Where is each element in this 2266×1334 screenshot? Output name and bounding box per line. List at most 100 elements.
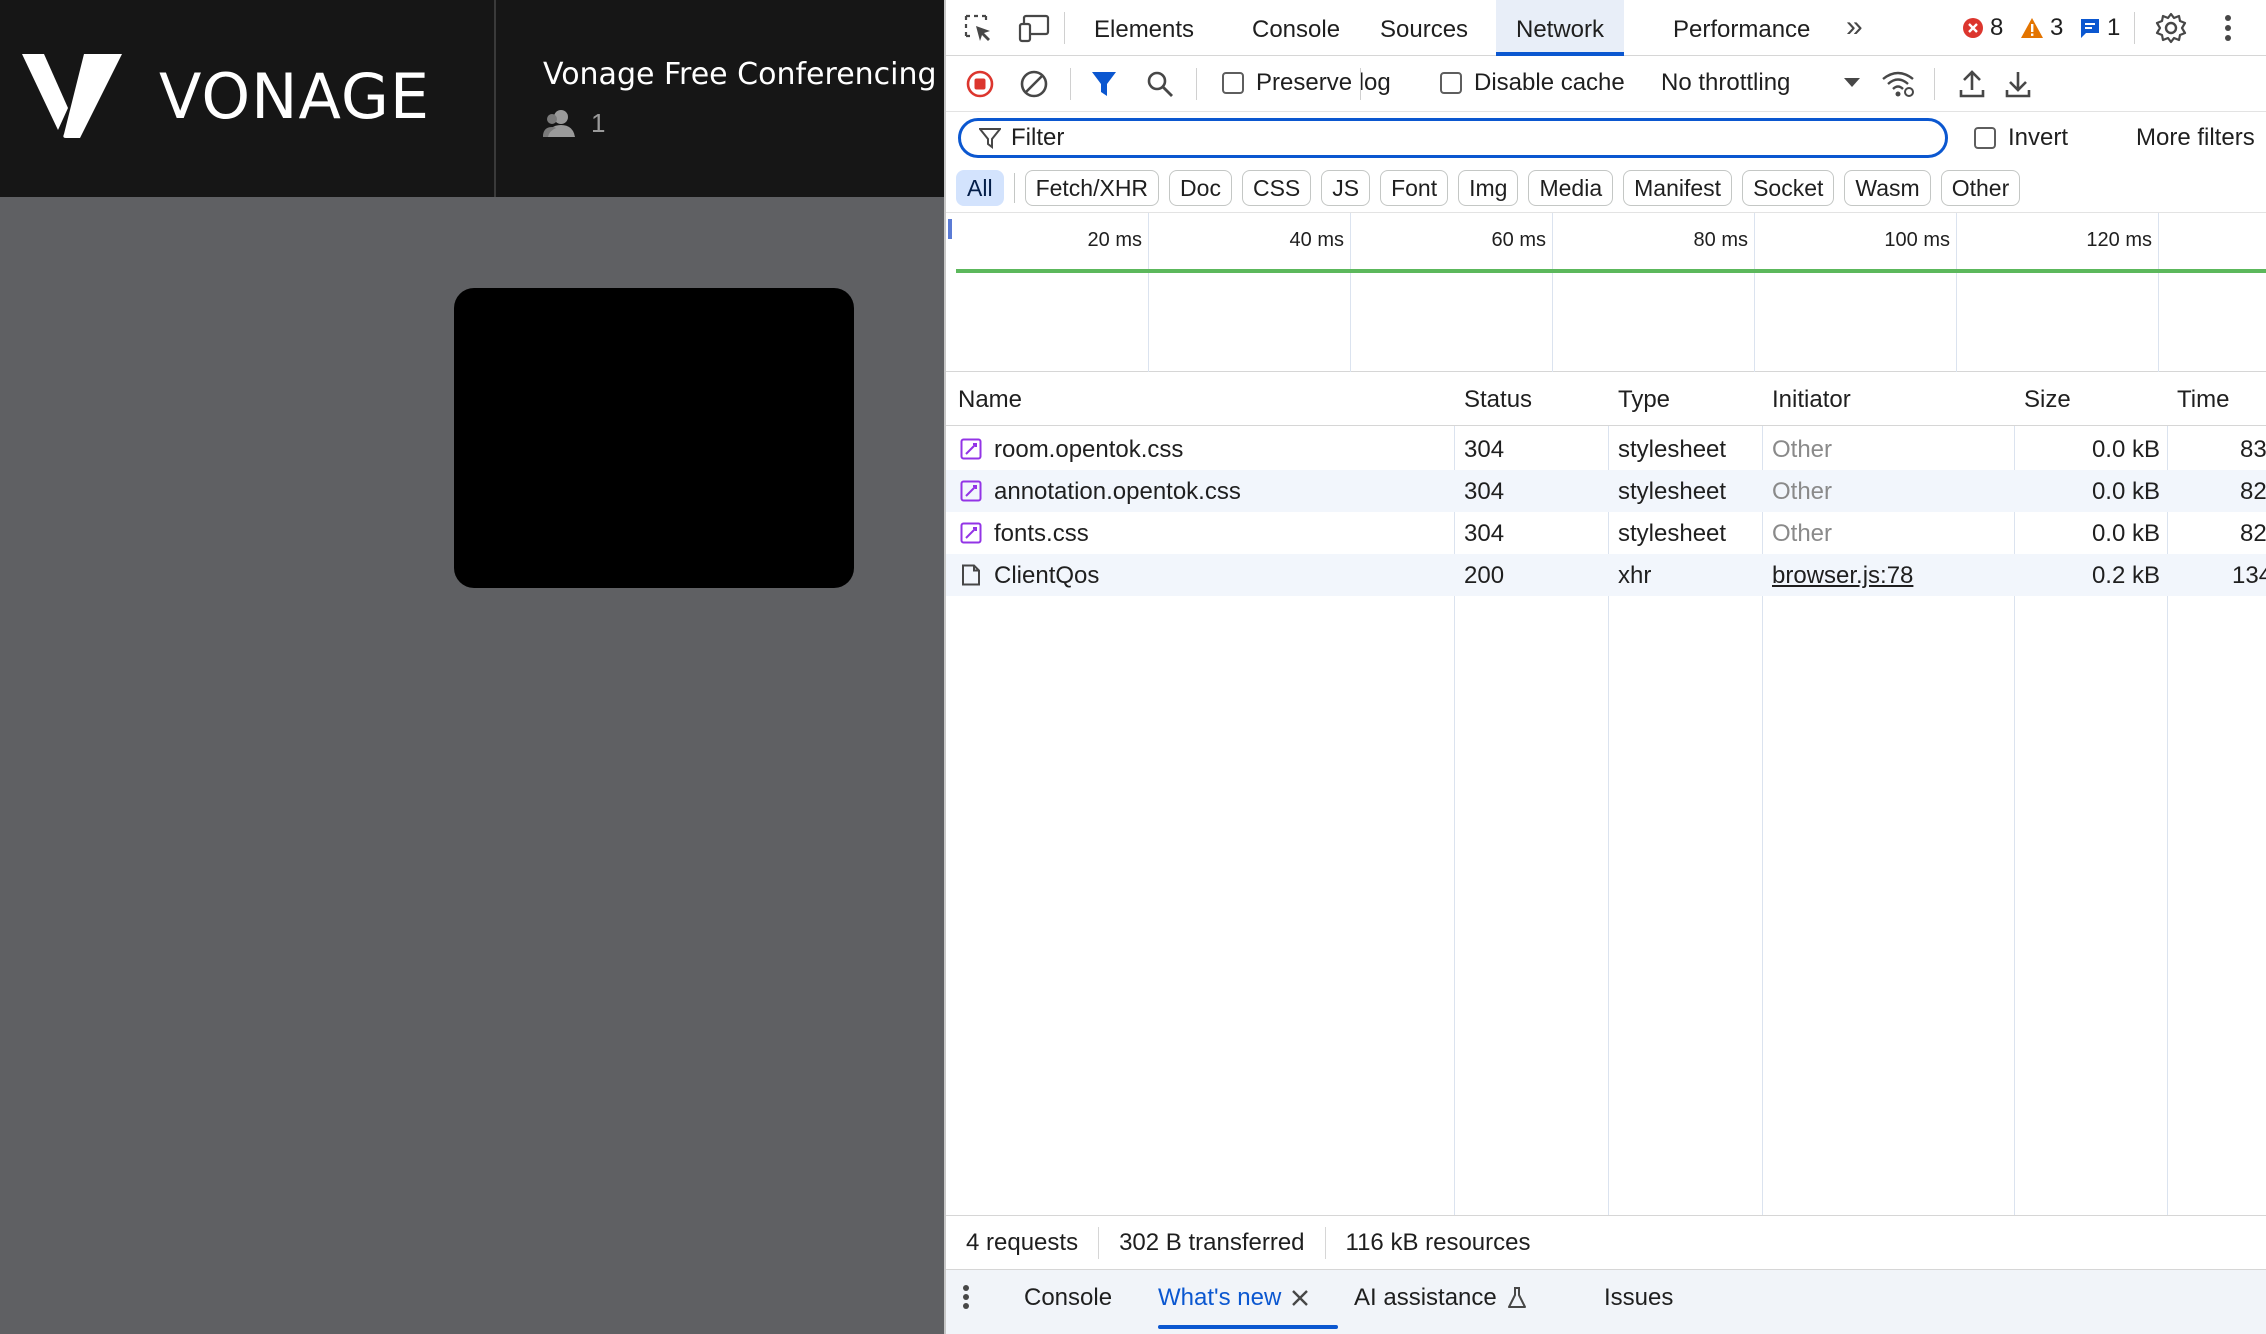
drawer-tab-console[interactable]: Console: [1024, 1284, 1112, 1312]
disable-cache-checkbox[interactable]: Disable cache: [1440, 69, 1625, 97]
tabbar-separator: [2134, 12, 2135, 44]
tab-elements[interactable]: Elements: [1074, 0, 1214, 56]
timeline-gridline: [1350, 213, 1351, 373]
chip-doc[interactable]: Doc: [1169, 170, 1232, 206]
table-row[interactable]: ClientQos 200 xhr browser.js:78 0.2 kB 1…: [946, 554, 2266, 596]
timeline-gridline: [2158, 213, 2159, 373]
chip-img[interactable]: Img: [1458, 170, 1519, 206]
column-header-size[interactable]: Size: [2024, 386, 2071, 414]
chip-other[interactable]: Other: [1940, 170, 2021, 206]
filter-input[interactable]: [1011, 124, 1911, 152]
chip-socket[interactable]: Socket: [1742, 170, 1835, 206]
tab-network[interactable]: Network: [1496, 0, 1625, 56]
invert-checkbox[interactable]: Invert: [1974, 124, 2068, 152]
more-tabs-chevron-icon[interactable]: »: [1826, 0, 1883, 56]
device-toolbar-icon[interactable]: [1016, 10, 1052, 46]
request-initiator: Other: [1772, 520, 1833, 547]
table-row[interactable]: fonts.css 304 stylesheet Other 0.0 kB 82: [946, 512, 2266, 554]
preserve-log-box[interactable]: [1222, 72, 1244, 94]
error-counter[interactable]: 8: [1962, 14, 2003, 42]
request-time: 82: [2240, 520, 2266, 547]
request-name: room.opentok.css: [994, 436, 1184, 463]
filter-field[interactable]: [958, 118, 1948, 158]
column-header-name[interactable]: Name: [958, 386, 1022, 414]
request-initiator: Other: [1772, 436, 1833, 463]
warning-counter[interactable]: 3: [2020, 14, 2063, 42]
warning-icon: [2021, 18, 2043, 38]
video-tile[interactable]: [454, 288, 854, 588]
more-filters-dropdown[interactable]: More filters: [2136, 124, 2255, 152]
request-type: stylesheet: [1618, 478, 1727, 505]
timeline-tick-label: 80 ms: [1693, 229, 1748, 251]
close-icon[interactable]: [1291, 1289, 1309, 1307]
filter-funnel-icon[interactable]: [1086, 66, 1122, 102]
throttling-select[interactable]: No throttling: [1661, 69, 1861, 97]
participant-count-value: 1: [591, 108, 606, 138]
drawer-tab-console-label: Console: [1024, 1284, 1113, 1311]
warning-count: 3: [2050, 14, 2064, 41]
stylesheet-icon: [960, 480, 982, 502]
participants-icon: [543, 109, 575, 137]
settings-gear-icon[interactable]: [2153, 10, 2189, 46]
vonage-app: VONAGE Vonage Free Conferencing 1: [0, 0, 944, 1334]
column-header-initiator[interactable]: Initiator: [1772, 386, 1851, 414]
timeline-tick-label: 20 ms: [1087, 229, 1142, 251]
chip-js[interactable]: JS: [1321, 170, 1371, 206]
request-time: 83: [2240, 436, 2266, 463]
dropdown-arrow-icon: [1844, 78, 1861, 87]
invert-label: Invert: [2008, 124, 2069, 151]
column-header-time[interactable]: Time: [2177, 386, 2229, 414]
tab-console[interactable]: Console: [1232, 0, 1360, 56]
chip-font[interactable]: Font: [1380, 170, 1449, 206]
chip-manifest[interactable]: Manifest: [1623, 170, 1733, 206]
import-har-upload-icon[interactable]: [1954, 66, 1990, 102]
chip-separator: [1013, 173, 1015, 203]
message-counter[interactable]: 1: [2079, 14, 2120, 42]
drawer-tabbar: Console What's new AI assistance Issues: [946, 1269, 2266, 1334]
column-header-type[interactable]: Type: [1618, 386, 1670, 414]
stop-recording-icon[interactable]: [962, 66, 998, 102]
network-overview-timeline[interactable]: 20 ms 40 ms 60 ms 80 ms 100 ms 120 ms: [946, 212, 2266, 373]
preserve-log-label: Preserve log: [1256, 69, 1391, 96]
table-row[interactable]: annotation.opentok.css 304 stylesheet Ot…: [946, 470, 2266, 512]
drawer-tab-ai-label: AI assistance: [1354, 1284, 1497, 1311]
drawer-tab-ai-assistance[interactable]: AI assistance: [1354, 1284, 1527, 1312]
invert-box[interactable]: [1974, 127, 1996, 149]
request-initiator-link[interactable]: browser.js:78: [1772, 562, 1913, 590]
filter-row: Invert More filters: [946, 112, 2266, 162]
request-initiator: Other: [1772, 478, 1833, 505]
chip-css[interactable]: CSS: [1241, 170, 1312, 206]
chip-wasm[interactable]: Wasm: [1844, 170, 1931, 206]
devtools-tabbar: Elements Console Sources Network Perform…: [946, 0, 2266, 56]
kebab-menu-icon[interactable]: [2210, 10, 2246, 46]
request-name: ClientQos: [994, 562, 1100, 589]
drawer-tab-issues[interactable]: Issues: [1604, 1284, 1673, 1312]
search-icon[interactable]: [1142, 66, 1178, 102]
preserve-log-checkbox[interactable]: Preserve log: [1222, 69, 1391, 97]
drawer-tab-whats-new[interactable]: What's new: [1158, 1284, 1309, 1312]
column-header-status[interactable]: Status: [1464, 386, 1532, 414]
chip-all[interactable]: All: [956, 170, 1004, 206]
timeline-tick-label: 120 ms: [2086, 229, 2152, 251]
inspect-element-icon[interactable]: [960, 10, 996, 46]
drawer-menu-icon[interactable]: [962, 1284, 970, 1310]
clear-icon[interactable]: [1016, 66, 1052, 102]
summary-requests: 4 requests: [966, 1228, 1079, 1256]
timeline-gridline: [1552, 213, 1553, 373]
tab-performance[interactable]: Performance: [1653, 0, 1830, 56]
app-header: VONAGE Vonage Free Conferencing 1: [0, 0, 944, 197]
chip-media[interactable]: Media: [1528, 170, 1614, 206]
disable-cache-box[interactable]: [1440, 72, 1462, 94]
request-size: 0.0 kB: [2091, 478, 2160, 505]
export-har-download-icon[interactable]: [2000, 66, 2036, 102]
tab-sources[interactable]: Sources: [1360, 0, 1488, 56]
chip-fetch-xhr[interactable]: Fetch/XHR: [1024, 170, 1160, 206]
vonage-logo[interactable]: VONAGE: [22, 50, 432, 146]
table-row[interactable]: room.opentok.css 304 stylesheet Other 0.…: [946, 428, 2266, 470]
active-drawer-tab-indicator: [1158, 1325, 1338, 1329]
network-conditions-icon[interactable]: [1880, 66, 1916, 102]
toolbar-separator: [1934, 68, 1935, 100]
network-summary-bar: 4 requests 302 B transferred 116 kB reso…: [946, 1215, 2266, 1269]
request-size: 0.0 kB: [2091, 436, 2160, 463]
drawer-tab-whats-new-label: What's new: [1158, 1284, 1282, 1311]
